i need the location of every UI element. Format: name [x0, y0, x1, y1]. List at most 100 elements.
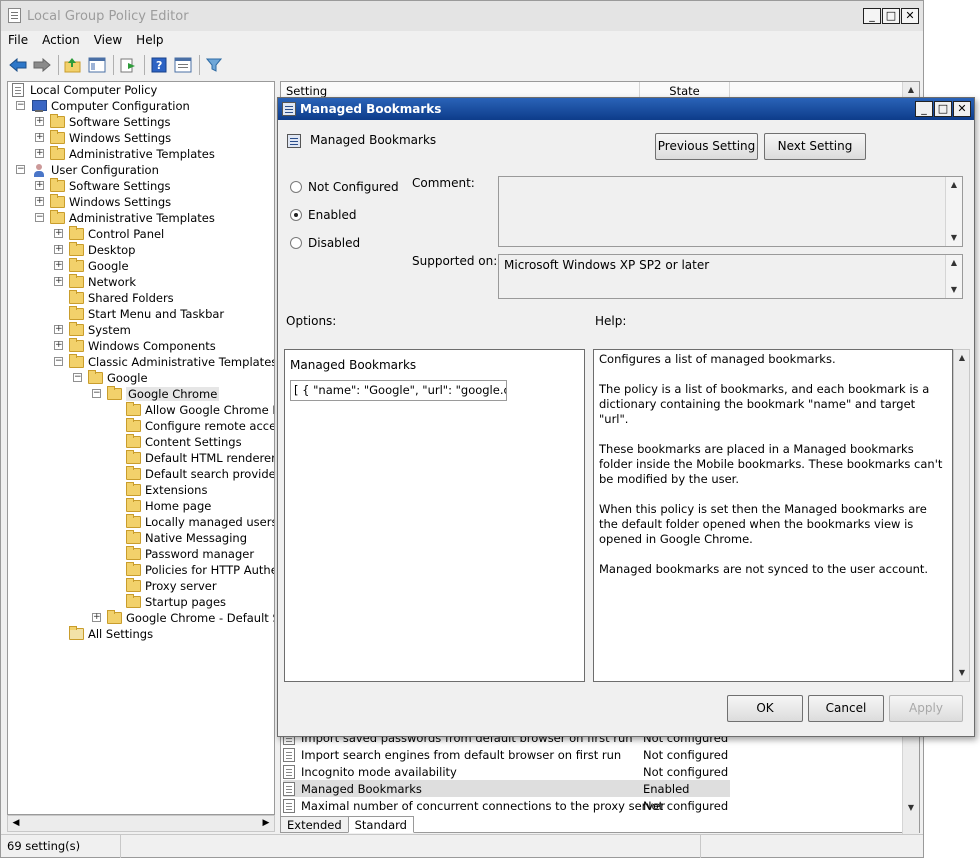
collapse-toggle[interactable]: −: [73, 373, 82, 382]
tree-item-chrome-policy-folder[interactable]: Startup pages: [126, 594, 226, 610]
tree-item-chrome-policy-folder[interactable]: Configure remote access o: [126, 418, 274, 434]
tree-item-chrome-policy-folder[interactable]: Default HTML renderer for: [126, 450, 274, 466]
menu-file[interactable]: File: [1, 31, 35, 51]
scroll-down-arrow-icon[interactable]: ▼: [954, 665, 970, 681]
maximize-button[interactable]: □: [882, 8, 900, 24]
help-scrollbar[interactable]: ▲ ▼: [953, 349, 970, 682]
tree-item-cc-windows-settings[interactable]: Windows Settings: [50, 130, 171, 146]
scroll-up-arrow-icon[interactable]: ▲: [946, 255, 962, 271]
cancel-button[interactable]: Cancel: [808, 695, 884, 722]
apply-button[interactable]: Apply: [889, 695, 963, 722]
tree-item-classic-admin-templates[interactable]: Classic Administrative Templates (ADM): [69, 354, 274, 370]
expand-toggle[interactable]: +: [54, 325, 63, 334]
expand-toggle[interactable]: +: [54, 277, 63, 286]
radio-enabled[interactable]: Enabled: [290, 208, 357, 222]
help-icon[interactable]: ?: [148, 54, 170, 76]
scroll-left-arrow-icon[interactable]: ◀: [8, 816, 24, 831]
table-row[interactable]: Managed Bookmarks Enabled: [283, 780, 730, 797]
dialog-maximize-button[interactable]: □: [934, 101, 952, 117]
tree-item-chrome-policy-folder[interactable]: Native Messaging: [126, 530, 247, 546]
tree-item-chrome-policy-folder[interactable]: Proxy server: [126, 578, 217, 594]
collapse-toggle[interactable]: −: [16, 165, 25, 174]
tree-item-computer-configuration[interactable]: Computer Configuration: [32, 98, 190, 114]
scroll-down-arrow-icon[interactable]: ▼: [946, 282, 962, 298]
collapse-toggle[interactable]: −: [92, 389, 101, 398]
minimize-button[interactable]: _: [863, 8, 881, 24]
tree-item-user-configuration[interactable]: User Configuration: [32, 162, 159, 178]
collapse-toggle[interactable]: −: [16, 101, 25, 110]
dialog-minimize-button[interactable]: _: [915, 101, 933, 117]
up-folder-icon[interactable]: [62, 54, 84, 76]
tree-item-system[interactable]: System: [69, 322, 131, 338]
column-header-state[interactable]: State: [640, 82, 730, 98]
tree-item-all-settings[interactable]: All Settings: [69, 626, 153, 642]
tree-item-uc-software-settings[interactable]: Software Settings: [50, 178, 171, 194]
tree-item-chrome-policy-folder[interactable]: Content Settings: [126, 434, 242, 450]
expand-toggle[interactable]: +: [35, 149, 44, 158]
show-hide-tree-icon[interactable]: [86, 54, 108, 76]
table-row[interactable]: Maximal number of concurrent connections…: [283, 797, 730, 814]
column-header-setting[interactable]: Setting: [281, 82, 640, 98]
supported-scrollbar[interactable]: ▲ ▼: [945, 255, 962, 298]
radio-not-configured[interactable]: Not Configured: [290, 180, 399, 194]
expand-toggle[interactable]: +: [35, 117, 44, 126]
expand-toggle[interactable]: +: [92, 613, 101, 622]
dialog-close-button[interactable]: ✕: [953, 101, 971, 117]
collapse-toggle[interactable]: −: [35, 213, 44, 222]
tab-standard[interactable]: Standard: [347, 816, 414, 833]
forward-icon[interactable]: [31, 54, 53, 76]
comment-field[interactable]: ▲ ▼: [498, 176, 963, 247]
export-list-icon[interactable]: [117, 54, 139, 76]
tree-item-start-menu[interactable]: Start Menu and Taskbar: [69, 306, 224, 322]
menu-view[interactable]: View: [87, 31, 129, 51]
back-icon[interactable]: [7, 54, 29, 76]
tree-item-chrome-policy-folder[interactable]: Policies for HTTP Authenti: [126, 562, 274, 578]
tree-item-uc-windows-settings[interactable]: Windows Settings: [50, 194, 171, 210]
tree-item-shared-folders[interactable]: Shared Folders: [69, 290, 174, 306]
tree-item-chrome-policy-folder[interactable]: Password manager: [126, 546, 254, 562]
menu-action[interactable]: Action: [35, 31, 87, 51]
collapse-toggle[interactable]: −: [54, 357, 63, 366]
tree-item-chrome-policy-folder[interactable]: Allow Google Chrome Frame: [126, 402, 274, 418]
tree-item-network[interactable]: Network: [69, 274, 136, 290]
radio-disabled[interactable]: Disabled: [290, 236, 360, 250]
ok-button[interactable]: OK: [727, 695, 803, 722]
previous-setting-button[interactable]: Previous Setting: [655, 133, 758, 160]
tree-item-chrome-policy-folder[interactable]: Locally managed users set: [126, 514, 274, 530]
expand-toggle[interactable]: +: [35, 197, 44, 206]
tree-item-chrome-policy-folder[interactable]: Extensions: [126, 482, 207, 498]
expand-toggle[interactable]: +: [54, 341, 63, 350]
expand-toggle[interactable]: +: [35, 181, 44, 190]
expand-toggle[interactable]: +: [35, 133, 44, 142]
tab-extended[interactable]: Extended: [280, 816, 349, 833]
scroll-down-arrow-icon[interactable]: ▼: [946, 230, 962, 246]
tree-item-control-panel[interactable]: Control Panel: [69, 226, 164, 242]
menu-help[interactable]: Help: [129, 31, 170, 51]
table-row[interactable]: Import search engines from default brows…: [283, 746, 730, 763]
comment-scrollbar[interactable]: ▲ ▼: [945, 177, 962, 246]
table-row[interactable]: Incognito mode availability Not configure…: [283, 763, 730, 780]
tree-horizontal-scrollbar[interactable]: ◀ ▶: [7, 815, 275, 832]
close-button[interactable]: ✕: [901, 8, 919, 24]
tree-item-chrome-default-settings[interactable]: Google Chrome - Default Settin: [107, 610, 274, 626]
tree-item-classic-google[interactable]: Google: [88, 370, 148, 386]
tree-item-google-chrome[interactable]: Google Chrome: [107, 386, 220, 402]
expand-toggle[interactable]: +: [54, 229, 63, 238]
tree-item-google[interactable]: Google: [69, 258, 129, 274]
scroll-up-arrow-icon[interactable]: ▲: [954, 350, 970, 366]
expand-toggle[interactable]: +: [54, 245, 63, 254]
tree-item-desktop[interactable]: Desktop: [69, 242, 135, 258]
tree-item-chrome-policy-folder[interactable]: Home page: [126, 498, 211, 514]
scroll-up-arrow-icon[interactable]: ▲: [946, 177, 962, 193]
properties-icon[interactable]: [172, 54, 194, 76]
tree-item-cc-administrative-templates[interactable]: Administrative Templates: [50, 146, 215, 162]
scroll-right-arrow-icon[interactable]: ▶: [258, 816, 274, 831]
managed-bookmarks-input[interactable]: [ { "name": "Google", "url": "google.com: [290, 380, 507, 401]
expand-toggle[interactable]: +: [54, 261, 63, 270]
tree-item-windows-components[interactable]: Windows Components: [69, 338, 216, 354]
scroll-up-arrow-icon[interactable]: ▲: [903, 82, 919, 98]
next-setting-button[interactable]: Next Setting: [764, 133, 866, 160]
scroll-down-arrow-icon[interactable]: ▼: [903, 800, 919, 816]
tree-item-cc-software-settings[interactable]: Software Settings: [50, 114, 171, 130]
tree-item-uc-administrative-templates[interactable]: Administrative Templates: [50, 210, 215, 226]
